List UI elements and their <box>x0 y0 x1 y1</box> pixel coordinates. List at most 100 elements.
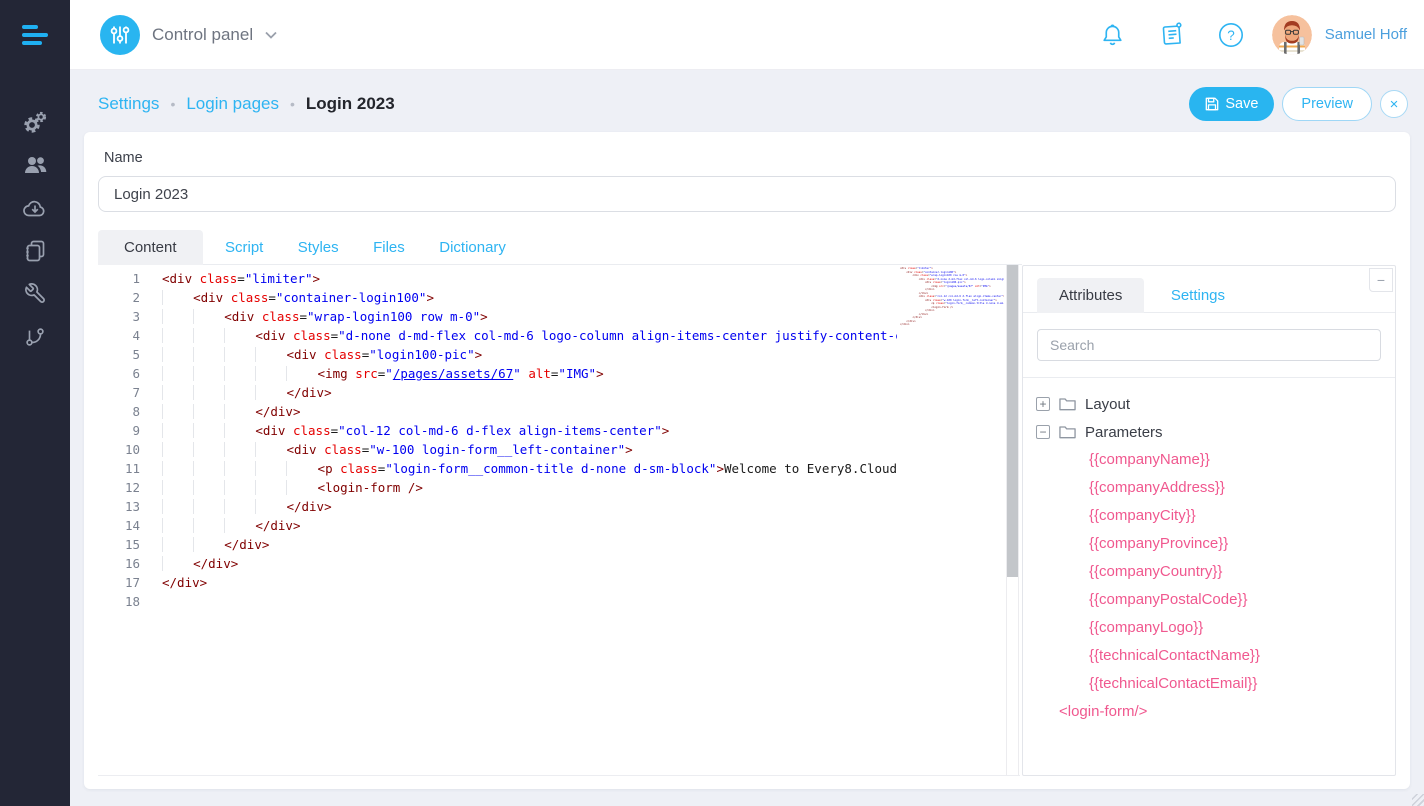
floppy-icon <box>1205 97 1219 111</box>
line-number[interactable]: 9 <box>98 421 162 440</box>
top-header: Control panel ? <box>70 0 1424 70</box>
line-number[interactable]: 2 <box>98 288 162 307</box>
line-number[interactable]: 4 <box>98 326 162 345</box>
whats-new-icon[interactable] <box>1159 21 1186 48</box>
code-line[interactable]: <p class="login-form__common-title d-non… <box>162 459 897 478</box>
code-line[interactable]: </div> <box>162 402 897 421</box>
tree-parameter[interactable]: {{companyLogo}} <box>1036 614 1395 642</box>
editor-card: Name Content Script Styles Files Diction… <box>84 132 1410 789</box>
cloud-download-icon <box>22 197 48 219</box>
tree-parameter[interactable]: {{technicalContactEmail}} <box>1036 670 1395 698</box>
tree-parameter[interactable]: {{companyName}} <box>1036 446 1395 474</box>
code-line[interactable]: <login-form /> <box>162 478 897 497</box>
line-number[interactable]: 8 <box>98 402 162 421</box>
line-number[interactable]: 13 <box>98 497 162 516</box>
line-number-gutter[interactable]: 123456789101112131415161718 <box>98 269 162 611</box>
tree-parameter[interactable]: {{companyCountry}} <box>1036 558 1395 586</box>
tree-folder-parameters[interactable]: −Parameters <box>1036 418 1395 446</box>
save-button[interactable]: Save <box>1189 87 1274 121</box>
minimap-line <box>900 327 1004 331</box>
user-name[interactable]: Samuel Hoff <box>1325 26 1407 43</box>
code-area[interactable]: <div class="limiter"> <div class="contai… <box>162 269 897 611</box>
tree-component[interactable]: <login-form/> <box>1036 698 1395 726</box>
code-line[interactable]: </div> <box>162 497 897 516</box>
chevron-down-icon <box>265 31 277 39</box>
scrollbar-thumb[interactable] <box>1007 265 1018 577</box>
tree-parameter[interactable]: {{technicalContactName}} <box>1036 642 1395 670</box>
collapse-toggle-icon[interactable]: − <box>1036 425 1050 439</box>
editor-minimap[interactable]: <div class="limiter"> <div class="contai… <box>900 267 1004 387</box>
code-line[interactable]: </div> <box>162 383 897 402</box>
close-button[interactable]: × <box>1380 90 1408 118</box>
code-line[interactable]: <img src="/pages/assets/67" alt="IMG"> <box>162 364 897 383</box>
line-number[interactable]: 3 <box>98 307 162 326</box>
breadcrumb: Settings • Login pages • Login 2023 <box>98 94 395 114</box>
app-switcher[interactable]: Control panel <box>100 15 277 55</box>
editor-tabs: Content Script Styles Files Dictionary <box>98 230 1022 265</box>
code-line[interactable]: <div class="limiter"> <box>162 269 897 288</box>
panel-search-wrap <box>1023 313 1395 378</box>
code-line[interactable]: </div> <box>162 535 897 554</box>
sidebar-item-settings[interactable] <box>0 100 70 143</box>
tab-settings[interactable]: Settings <box>1149 278 1247 313</box>
line-number[interactable]: 1 <box>98 269 162 288</box>
expand-toggle-icon[interactable]: + <box>1036 397 1050 411</box>
sidebar-item-pages[interactable] <box>0 229 70 272</box>
breadcrumb-separator: • <box>290 96 295 112</box>
preview-button[interactable]: Preview <box>1282 87 1372 121</box>
name-input[interactable] <box>98 176 1396 212</box>
line-number[interactable]: 14 <box>98 516 162 535</box>
tab-styles[interactable]: Styles <box>286 230 351 265</box>
app-title: Control panel <box>152 25 253 45</box>
code-line[interactable] <box>162 592 897 611</box>
git-branch-icon <box>24 325 46 349</box>
sidebar-item-versions[interactable] <box>0 315 70 358</box>
tree-folder-layout[interactable]: +Layout <box>1036 390 1395 418</box>
line-number[interactable]: 18 <box>98 592 162 611</box>
tab-files[interactable]: Files <box>361 230 417 265</box>
tree-parameter[interactable]: {{companyProvince}} <box>1036 530 1395 558</box>
notifications-bell-icon[interactable] <box>1100 22 1125 48</box>
tree-parameter[interactable]: {{companyAddress}} <box>1036 474 1395 502</box>
line-number[interactable]: 10 <box>98 440 162 459</box>
line-number[interactable]: 6 <box>98 364 162 383</box>
help-icon[interactable]: ? <box>1218 22 1244 48</box>
code-line[interactable]: <div class="col-12 col-md-6 d-flex align… <box>162 421 897 440</box>
breadcrumb-settings[interactable]: Settings <box>98 94 159 114</box>
sidebar-item-downloads[interactable] <box>0 186 70 229</box>
page-actions: Save Preview × <box>1189 87 1408 121</box>
code-line[interactable]: <div class="d-none d-md-flex col-md-6 lo… <box>162 326 897 345</box>
code-line[interactable]: <div class="login100-pic"> <box>162 345 897 364</box>
line-number[interactable]: 11 <box>98 459 162 478</box>
user-avatar[interactable] <box>1272 15 1312 55</box>
sidebar-item-users[interactable] <box>0 143 70 186</box>
resize-grip-icon[interactable] <box>1412 794 1424 806</box>
code-line[interactable]: </div> <box>162 573 897 592</box>
line-number[interactable]: 12 <box>98 478 162 497</box>
folder-icon <box>1059 425 1076 439</box>
editor-scrollbar[interactable] <box>1006 265 1019 776</box>
tab-script[interactable]: Script <box>213 230 275 265</box>
line-number[interactable]: 17 <box>98 573 162 592</box>
tree-parameter[interactable]: {{companyPostalCode}} <box>1036 586 1395 614</box>
tab-dictionary[interactable]: Dictionary <box>427 230 518 265</box>
tree-parameter[interactable]: {{companyCity}} <box>1036 502 1395 530</box>
tab-attributes[interactable]: Attributes <box>1037 278 1144 313</box>
code-line[interactable]: <div class="container-login100"> <box>162 288 897 307</box>
code-line[interactable]: </div> <box>162 516 897 535</box>
panel-collapse-button[interactable]: − <box>1369 268 1393 292</box>
line-number[interactable]: 16 <box>98 554 162 573</box>
breadcrumb-login-pages[interactable]: Login pages <box>186 94 279 114</box>
sidebar-item-tools[interactable] <box>0 272 70 315</box>
line-number[interactable]: 7 <box>98 383 162 402</box>
tab-content[interactable]: Content <box>98 230 203 265</box>
sidebar-nav <box>0 100 70 358</box>
search-input[interactable] <box>1037 329 1381 361</box>
code-line[interactable]: <div class="w-100 login-form__left-conta… <box>162 440 897 459</box>
line-number[interactable]: 5 <box>98 345 162 364</box>
menu-hamburger-icon[interactable] <box>22 25 50 45</box>
code-line[interactable]: </div> <box>162 554 897 573</box>
code-editor[interactable]: 123456789101112131415161718 <div class="… <box>98 265 1020 776</box>
code-line[interactable]: <div class="wrap-login100 row m-0"> <box>162 307 897 326</box>
line-number[interactable]: 15 <box>98 535 162 554</box>
